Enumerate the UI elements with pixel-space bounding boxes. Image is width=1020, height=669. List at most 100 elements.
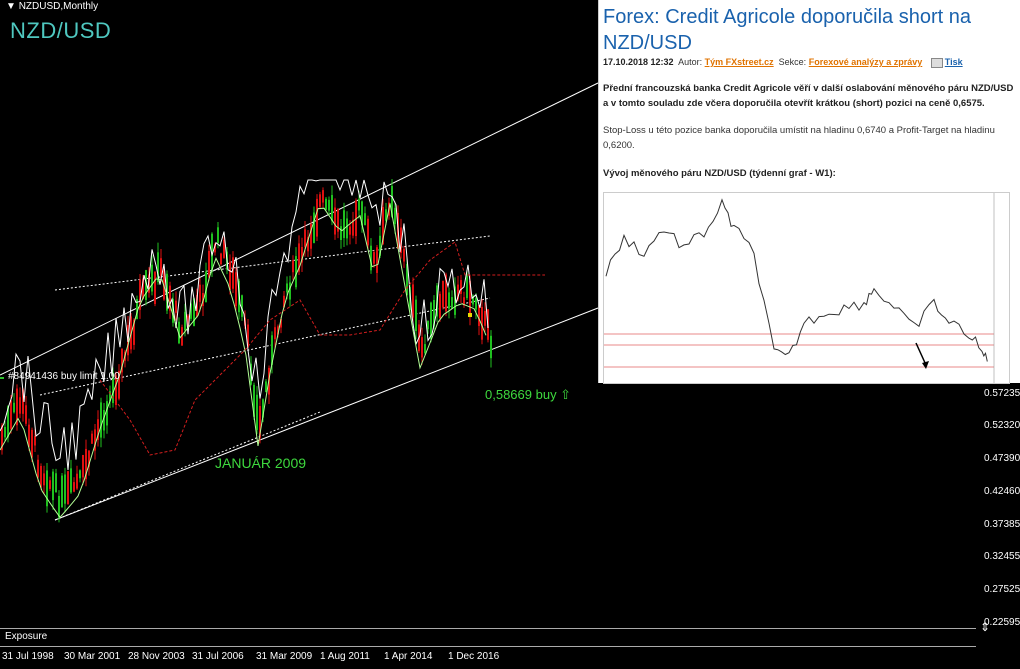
candle-body	[340, 226, 342, 241]
candle-body	[28, 424, 30, 447]
candle-body	[79, 470, 81, 479]
chart-window-title: ▼ NZDUSD,Monthly	[6, 1, 99, 12]
price-tick: 0.52320	[984, 420, 1020, 431]
candle-body	[154, 271, 156, 304]
candle-body	[91, 433, 93, 444]
weekly-chart-image	[603, 192, 1010, 384]
candle-body	[52, 471, 54, 501]
candle-body	[490, 335, 492, 359]
candle-body	[460, 280, 462, 294]
exposure-label: Exposure	[5, 631, 48, 642]
candle-body	[217, 227, 219, 243]
candle-body	[394, 207, 396, 225]
candle-body	[421, 337, 423, 358]
time-axis: 31 Jul 1998 30 Mar 2001 28 Nov 2003 31 J…	[0, 645, 980, 669]
article-date: 17.10.2018 12:32	[603, 57, 674, 67]
section-link[interactable]: Forexové analýzy a zprávy	[809, 57, 923, 67]
candle-body	[313, 212, 315, 243]
candle-body	[274, 327, 276, 340]
article-meta: 17.10.2018 12:32 Autor: Tým FXstreet.cz …	[603, 57, 963, 68]
price-marker	[468, 313, 472, 317]
candle-body	[403, 248, 405, 262]
candle-body	[220, 253, 222, 265]
candle-body	[235, 272, 237, 307]
price-tick: 0.32455	[984, 551, 1020, 562]
candle-body	[358, 198, 360, 211]
candle-body	[229, 261, 231, 290]
time-tick: 31 Jul 2006	[192, 651, 244, 662]
panel-resize-handle[interactable]: ⇕	[980, 620, 990, 634]
candle-body	[10, 400, 12, 429]
time-tick: 1 Aug 2011	[320, 651, 370, 662]
buy-order-label[interactable]: 0,58669 buy ⇧	[485, 387, 571, 403]
candle-body	[34, 436, 36, 446]
news-article-overlay: Forex: Credit Agricole doporučila short …	[598, 0, 1020, 384]
candle-body	[322, 190, 324, 203]
candle-body	[412, 284, 414, 318]
candle-body	[451, 297, 453, 309]
candle-body	[415, 299, 417, 332]
author-label: Autor:	[678, 57, 703, 67]
candle-body	[319, 194, 321, 207]
symbol-label: NZD/USD	[10, 18, 112, 43]
candle-body	[43, 473, 45, 486]
printer-icon[interactable]	[930, 57, 943, 68]
candle-body	[25, 405, 27, 424]
candle-body	[67, 471, 69, 505]
time-tick: 31 Mar 2009	[256, 651, 313, 662]
candle-body	[256, 394, 258, 430]
price-tick: 0.42460	[984, 486, 1020, 497]
channel-mid-dashed-line	[54, 235, 491, 291]
candle-body	[61, 475, 63, 508]
candle-body	[73, 482, 75, 492]
candle-body	[442, 280, 444, 308]
candle-body	[232, 257, 234, 289]
mini-chart-background	[604, 193, 1009, 383]
candle-body	[40, 466, 42, 488]
article-chart-caption: Vývoj měnového páru NZD/USD (týdenní gra…	[603, 168, 836, 179]
time-tick: 31 Jul 1998	[2, 651, 54, 662]
candle-body	[46, 470, 48, 507]
candle-body	[328, 199, 330, 211]
candle-body	[334, 207, 336, 235]
candle-body	[184, 311, 186, 331]
candle-body	[349, 226, 351, 235]
candle-body	[82, 455, 84, 478]
candle-body	[175, 300, 177, 313]
candle-body	[316, 198, 318, 237]
candle-body	[466, 275, 468, 299]
candle-body	[373, 252, 375, 264]
candle-body	[208, 250, 210, 278]
candle-body	[325, 198, 327, 210]
author-link[interactable]: Tým FXstreet.cz	[705, 57, 774, 67]
time-tick: 28 Nov 2003	[128, 651, 185, 662]
candle-body	[55, 473, 57, 493]
print-link[interactable]: Tisk	[945, 57, 963, 67]
candle-body	[64, 474, 66, 504]
time-tick: 30 Mar 2001	[64, 651, 121, 662]
candle-body	[304, 229, 306, 247]
candle-body	[106, 401, 108, 426]
price-tick: 0.47390	[984, 453, 1020, 464]
candle-body	[295, 256, 297, 288]
candle-body	[289, 282, 291, 300]
time-tick: 1 Dec 2016	[448, 651, 500, 662]
channel-lower-line	[54, 307, 599, 521]
article-title[interactable]: Forex: Credit Agricole doporučila short …	[603, 4, 1003, 56]
order-line-label[interactable]: #84941436 buy limit 1.00	[8, 371, 120, 382]
candle-body	[13, 402, 15, 413]
candle-body	[346, 218, 348, 239]
candle-body	[367, 218, 369, 246]
price-tick: 0.57235	[984, 388, 1020, 399]
candle-body	[49, 480, 51, 489]
candle-body	[439, 293, 441, 319]
candle-body	[475, 298, 477, 310]
candle-body	[151, 264, 153, 292]
section-label: Sekce:	[778, 57, 807, 67]
candle-body	[424, 344, 426, 354]
candle-body	[37, 459, 39, 478]
price-tick: 0.27525	[984, 584, 1020, 595]
candle-body	[427, 320, 429, 330]
candle-body	[376, 247, 378, 273]
candle-body	[478, 305, 480, 326]
